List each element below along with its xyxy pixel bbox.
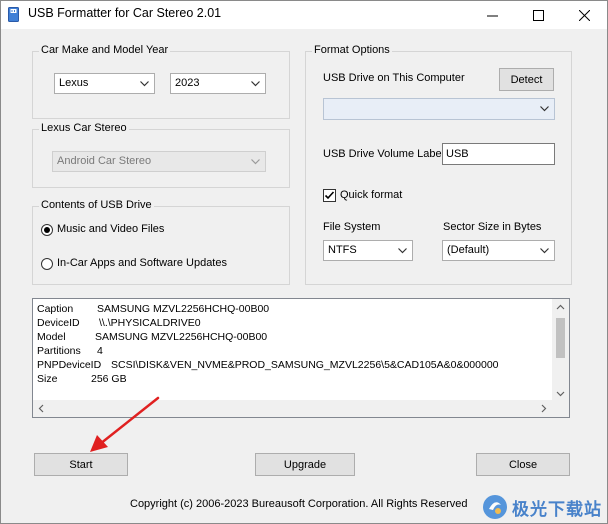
file-system-value: NTFS [328, 244, 357, 256]
minimize-icon [486, 15, 498, 16]
music-video-radio[interactable] [41, 224, 53, 236]
chevron-down-icon [540, 248, 549, 254]
car-make-group-label: Car Make and Model Year [39, 44, 171, 56]
detect-button[interactable]: Detect [499, 68, 554, 91]
maximize-icon [532, 9, 544, 21]
car-stereo-group-label: Lexus Car Stereo [39, 122, 129, 134]
car-apps-radio[interactable] [41, 258, 53, 270]
copyright-text: Copyright (c) 2006-2023 Bureausoft Corpo… [130, 498, 468, 510]
usb-app-icon [8, 7, 19, 22]
checkmark-icon [324, 191, 335, 200]
upgrade-button[interactable]: Upgrade [255, 453, 355, 476]
file-system-select[interactable]: NTFS [323, 240, 413, 261]
vertical-scroll-thumb[interactable] [556, 318, 565, 358]
info-row: Model SAMSUNG MZVL2256HCHQ-00B00 [37, 331, 268, 343]
info-row: Size 256 GB [37, 373, 127, 385]
scroll-left-icon[interactable] [33, 400, 50, 417]
music-video-label[interactable]: Music and Video Files [57, 223, 164, 235]
contents-group-label: Contents of USB Drive [39, 199, 154, 211]
watermark: 极光下载站 [482, 494, 602, 520]
car-stereo-select[interactable]: Android Car Stereo [52, 151, 266, 172]
scroll-up-icon[interactable] [552, 299, 569, 316]
scrollbar-corner [552, 400, 569, 417]
title-bar[interactable]: USB Formatter for Car Stereo 2.01 [1, 1, 607, 29]
maximize-button[interactable] [515, 1, 561, 29]
annotation-arrow-icon [90, 396, 160, 452]
sector-size-value: (Default) [447, 244, 490, 256]
quick-format-label[interactable]: Quick format [340, 189, 402, 201]
volume-label-value: USB [446, 148, 469, 160]
car-apps-label[interactable]: In-Car Apps and Software Updates [57, 257, 227, 269]
chevron-down-icon [251, 81, 260, 87]
format-options-label: Format Options [312, 44, 392, 56]
car-make-value: Lexus [59, 77, 89, 89]
watermark-logo-icon [483, 495, 507, 519]
volume-label-input[interactable]: USB [442, 143, 555, 165]
info-row: DeviceID \\.\PHYSICALDRIVE0 [37, 317, 201, 329]
contents-group [32, 206, 290, 285]
minimize-button[interactable] [469, 1, 515, 29]
usb-drive-label: USB Drive on This Computer [323, 72, 465, 84]
close-button[interactable]: Close [476, 453, 570, 476]
info-row: Partitions 4 [37, 345, 103, 357]
sector-size-label: Sector Size in Bytes [443, 221, 542, 233]
chevron-down-icon [398, 248, 407, 254]
sector-size-select[interactable]: (Default) [442, 240, 555, 261]
usb-drive-select[interactable] [323, 98, 555, 120]
scroll-right-icon[interactable] [535, 400, 552, 417]
start-button[interactable]: Start [34, 453, 128, 476]
car-stereo-value: Android Car Stereo [57, 155, 152, 167]
info-row: PNPDeviceID SCSI\DISK&VEN_NVME&PROD_SAMSU… [37, 359, 499, 371]
model-year-value: 2023 [175, 77, 200, 89]
chevron-down-icon [140, 81, 149, 87]
watermark-text: 极光下载站 [512, 499, 602, 520]
file-system-label: File System [323, 221, 381, 233]
model-year-select[interactable]: 2023 [170, 73, 266, 94]
info-row: Caption SAMSUNG MZVL2256HCHQ-00B00 [37, 303, 270, 315]
close-window-button[interactable] [561, 1, 607, 29]
chevron-down-icon [540, 106, 549, 112]
window-title: USB Formatter for Car Stereo 2.01 [28, 6, 222, 20]
volume-label-caption: USB Drive Volume Label [323, 148, 445, 160]
car-make-select[interactable]: Lexus [54, 73, 155, 94]
close-icon [578, 9, 590, 21]
vertical-scrollbar[interactable] [552, 299, 569, 402]
chevron-down-icon [251, 159, 260, 165]
quick-format-checkbox[interactable] [323, 189, 336, 202]
